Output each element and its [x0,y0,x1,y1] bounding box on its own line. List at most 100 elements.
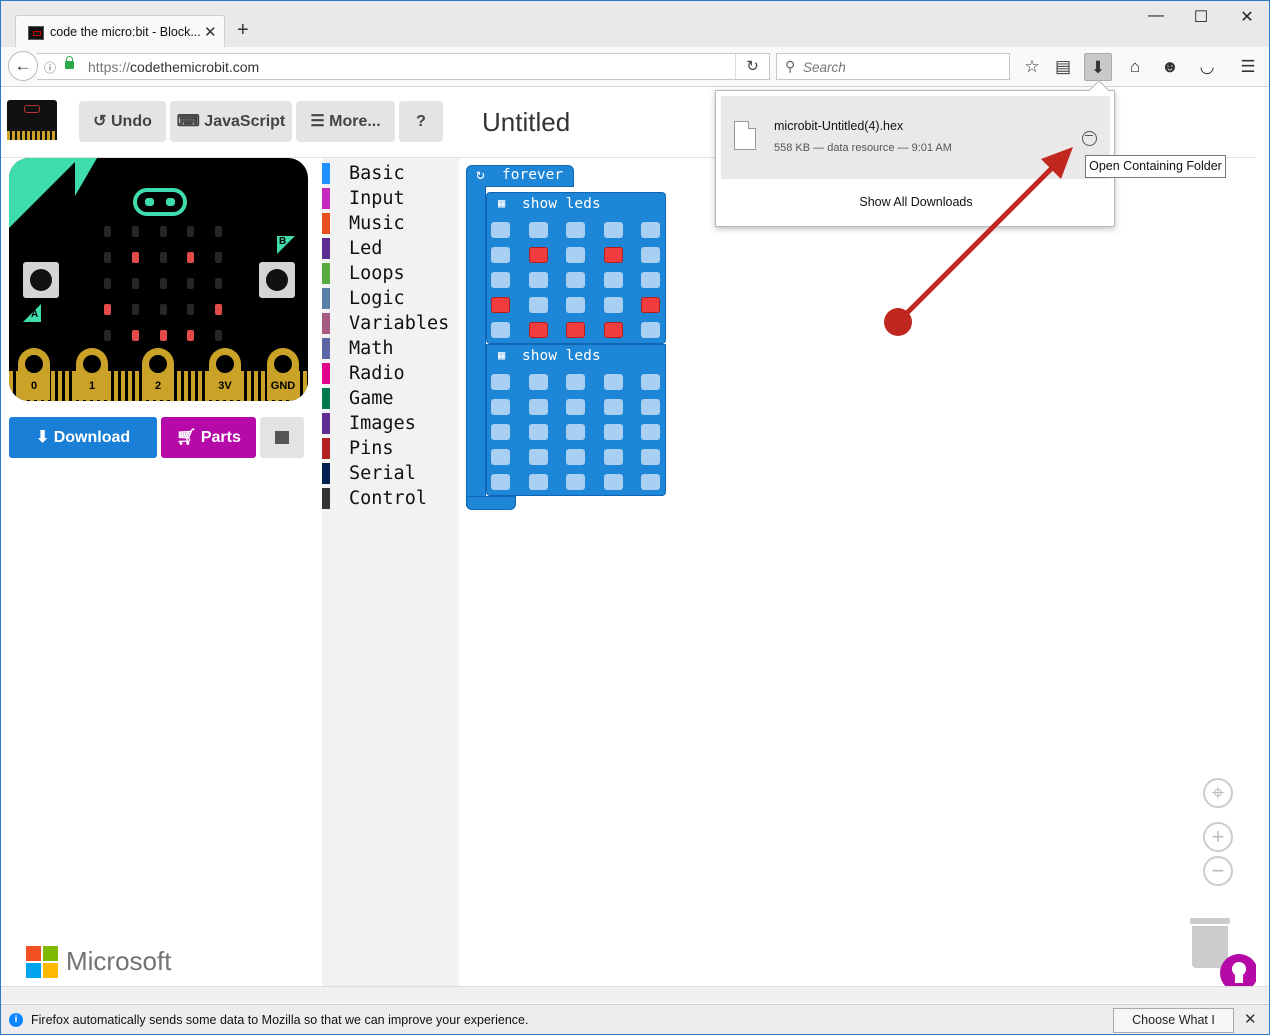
led-cell[interactable] [528,222,548,238]
horizontal-scrollbar[interactable] [1,986,1269,1003]
led-cell[interactable] [641,374,660,390]
led-cell[interactable] [528,322,548,338]
download-button[interactable]: ⬇ Download [9,417,157,458]
led-cell[interactable] [566,399,585,415]
toolbox-category-control[interactable]: Control [322,487,459,511]
led-cell[interactable] [528,474,548,490]
led-cell[interactable] [641,222,660,238]
led-cell[interactable] [491,399,510,415]
led-cell[interactable] [491,474,510,490]
led-cell[interactable] [566,322,585,338]
led-cell[interactable] [641,399,660,415]
tab-close-icon[interactable]: ✕ [204,23,217,41]
microbit-simulator[interactable]: A B 0 1 2 3V GND [9,158,308,401]
led-cell[interactable] [566,449,585,465]
led-cell[interactable] [491,374,510,390]
toolbox-category-game[interactable]: Game [322,387,459,411]
stop-button[interactable] [260,417,304,458]
toolbox-category-loops[interactable]: Loops [322,262,459,286]
led-cell[interactable] [566,374,585,390]
microbit-logo[interactable] [7,100,57,140]
reload-icon[interactable]: ↻ [735,54,769,79]
led-cell[interactable] [491,272,510,288]
led-cell[interactable] [603,297,623,313]
led-cell[interactable] [491,424,510,440]
menu-icon[interactable]: ☰ [1234,53,1262,81]
new-tab-button[interactable]: + [237,20,249,40]
javascript-button[interactable]: ⌨ JavaScript [170,101,292,142]
toolbox-category-pins[interactable]: Pins [322,437,459,461]
led-cell[interactable] [491,297,510,313]
led-cell[interactable] [528,449,548,465]
led-cell[interactable] [491,222,510,238]
led-cell[interactable] [641,272,660,288]
led-cell[interactable] [528,399,548,415]
choose-what-i-share-button[interactable]: Choose What I Share [1113,1008,1234,1033]
zoom-out-icon[interactable]: − [1203,856,1233,886]
search-bar[interactable]: ⚲ Search [776,53,1010,80]
recenter-icon[interactable]: ⌖ [1203,778,1233,808]
led-cell[interactable] [603,474,623,490]
led-cell[interactable] [528,424,548,440]
close-window-button[interactable]: ✕ [1232,7,1262,27]
pocket-icon[interactable]: ◡ [1193,53,1221,81]
led-cell[interactable] [603,399,623,415]
led-cell[interactable] [641,297,660,313]
download-item[interactable]: microbit-Untitled(4).hex 558 KB — data r… [721,96,1110,179]
undo-button[interactable]: ↺ Undo [79,101,166,142]
led-cell[interactable] [603,424,623,440]
home-icon[interactable]: ⌂ [1121,53,1149,81]
led-cell[interactable] [566,474,585,490]
toolbox-category-music[interactable]: Music [322,212,459,236]
pin-0[interactable]: 0 [18,348,50,400]
toolbox-category-logic[interactable]: Logic [322,287,459,311]
reading-list-icon[interactable]: ▤ [1049,53,1077,81]
more-button[interactable]: ☰ More... [296,101,395,142]
button-a[interactable] [23,262,59,298]
led-cell[interactable] [566,297,585,313]
led-cell[interactable] [491,247,510,263]
led-cell[interactable] [603,272,623,288]
button-b[interactable] [259,262,295,298]
toolbox-category-serial[interactable]: Serial [322,462,459,486]
toolbox-category-basic[interactable]: Basic [322,162,459,186]
led-cell[interactable] [603,374,623,390]
led-cell[interactable] [603,322,623,338]
forever-block[interactable]: ↻ forever [466,165,574,187]
show-leds-block[interactable]: ▦ show leds [486,344,666,496]
toolbox-category-math[interactable]: Math [322,337,459,361]
led-cell[interactable] [491,322,510,338]
bookmark-star-icon[interactable]: ☆ [1018,53,1046,81]
pin-3v[interactable]: 3V [209,348,241,400]
toolbox-category-images[interactable]: Images [322,412,459,436]
smiley-feedback-icon[interactable]: ☻ [1156,53,1184,81]
toolbox-category-variables[interactable]: Variables [322,312,459,336]
maximize-button[interactable]: ☐ [1186,7,1216,27]
led-cell[interactable] [528,297,548,313]
vertical-scrollbar[interactable] [1256,88,1269,986]
led-cell[interactable] [528,272,548,288]
help-button[interactable]: ? [399,101,443,142]
led-cell[interactable] [491,449,510,465]
back-button[interactable]: ← [8,51,38,81]
led-cell[interactable] [528,247,548,263]
downloads-icon[interactable]: ⬇ [1084,53,1112,81]
pin-1[interactable]: 1 [76,348,108,400]
toolbox-category-radio[interactable]: Radio [322,362,459,386]
url-text[interactable]: https://codethemicrobit.com [88,59,259,75]
browser-tab[interactable]: code the micro:bit - Block... ✕ [15,15,225,49]
led-cell[interactable] [603,247,623,263]
project-title[interactable]: Untitled [482,107,570,138]
led-cell[interactable] [603,449,623,465]
show-all-downloads-link[interactable]: Show All Downloads [716,195,1116,209]
pin-2[interactable]: 2 [142,348,174,400]
blocks-workspace[interactable]: ↻ forever ▦ show leds ▦ show leds [459,158,1256,986]
led-cell[interactable] [528,374,548,390]
zoom-in-icon[interactable]: + [1203,822,1233,852]
led-cell[interactable] [641,247,660,263]
parts-button[interactable]: 🛒︎ Parts [161,417,256,458]
notification-close-icon[interactable]: ✕ [1244,1010,1257,1028]
led-cell[interactable] [603,222,623,238]
led-cell[interactable] [566,424,585,440]
show-leds-block[interactable]: ▦ show leds [486,192,666,344]
